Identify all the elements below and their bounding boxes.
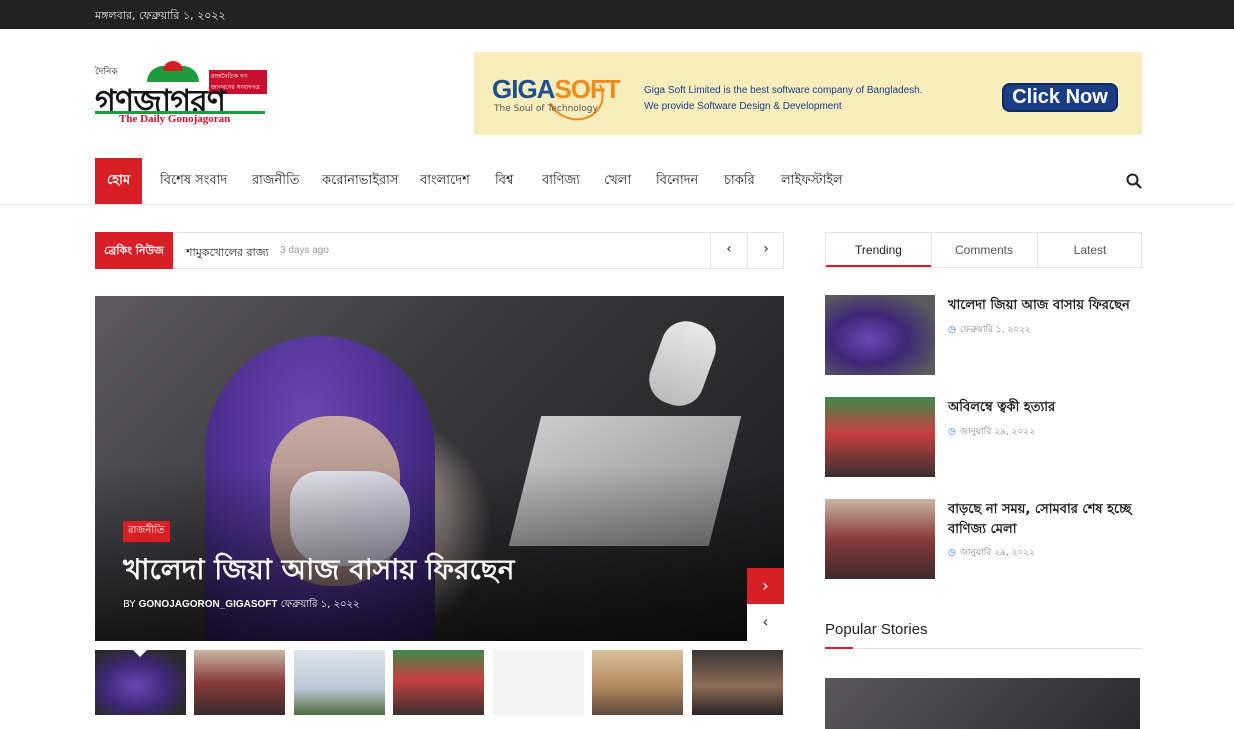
nav-item-special-news[interactable]: বিশেষ সংবাদ — [160, 158, 227, 204]
story-date: ◷ জানুয়ারি ২৯, ২০২২ — [948, 424, 1035, 439]
hero-author[interactable]: GONOJAGORON_GIGASOFT — [139, 599, 278, 610]
popular-story-image[interactable] — [825, 678, 1140, 729]
trending-story: অবিলম্বে ত্বকী হত্যার ◷ জানুয়ারি ২৯, ২০২… — [825, 397, 1142, 477]
nav-item-commerce[interactable]: বাণিজ্য — [542, 158, 580, 204]
thumbnail-rally[interactable] — [393, 650, 484, 715]
popular-accent-line — [825, 647, 853, 649]
slider-thumbnails — [95, 650, 784, 715]
story-title[interactable]: খালেদা জিয়া আজ বাসায় ফিরছেন — [948, 296, 1138, 316]
tab-trending[interactable]: Trending — [826, 233, 931, 267]
clock-icon: ◷ — [948, 325, 956, 335]
nav-item-jobs[interactable]: চাকরি — [724, 158, 755, 204]
ad-slogan: The Soul of Technology — [494, 104, 598, 114]
nav-item-lifestyle[interactable]: লাইফস্টাইল — [781, 158, 843, 204]
ad-brand-giga: GIGA — [492, 74, 555, 104]
hero-date: ফেব্রুয়ারি ১, ২০২২ — [280, 599, 360, 610]
ad-text-line1: Giga Soft Limited is the best software c… — [644, 85, 923, 96]
nav-item-coronavirus[interactable]: করোনাভাইরাস — [322, 158, 399, 204]
tab-comments[interactable]: Comments — [931, 233, 1036, 267]
ad-banner[interactable]: GIGASOFT The Soul of Technology Giga Sof… — [474, 52, 1142, 135]
nav-item-politics[interactable]: রাজনীতি — [252, 158, 300, 204]
slider-prev-button[interactable]: ‹ — [747, 604, 784, 641]
ad-brand-soft: SOFT — [554, 74, 620, 104]
nav-item-sports[interactable]: খেলা — [604, 158, 631, 204]
story-date-text: ফেব্রুয়ারি ১, ২০২২ — [959, 325, 1031, 335]
thumbnail-crowd[interactable] — [194, 650, 285, 715]
main-nav: হোম বিশেষ সংবাদ রাজনীতি করোনাভাইরাস বাংল… — [95, 158, 1142, 204]
thumbnail-blank[interactable] — [493, 650, 584, 715]
thumbnail-hijab[interactable] — [95, 650, 186, 715]
ad-text-line2: We provide Software Design & Development — [644, 101, 842, 112]
ad-click-now-button[interactable]: Click Now — [1002, 83, 1118, 112]
slider-next-button[interactable]: › — [747, 568, 784, 604]
clock-icon: ◷ — [948, 427, 956, 437]
search-icon[interactable] — [1125, 172, 1143, 190]
story-title[interactable]: অবিলম্বে ত্বকী হত্যার — [948, 398, 1138, 418]
story-date-text: জানুয়ারি ২৯, ২০২২ — [959, 427, 1036, 437]
nav-divider — [0, 204, 1234, 205]
nav-item-world[interactable]: বিশ্ব — [495, 158, 513, 204]
story-date: ◷ জানুয়ারি ২৯, ২০২২ — [948, 545, 1035, 560]
story-title[interactable]: বাড়ছে না সময়, সোমবার শেষ হচ্ছে বাণিজ্য… — [948, 500, 1138, 540]
story-date-text: জানুয়ারি ২৯, ২০২২ — [959, 548, 1036, 558]
story-date: ◷ ফেব্রুয়ারি ১, ২০২২ — [948, 322, 1031, 337]
hero-by: BY — [123, 599, 136, 610]
current-date: মঙ্গলবার, ফেব্রুয়ারি ১, ২০২২ — [95, 9, 226, 22]
story-thumbnail[interactable] — [825, 397, 935, 477]
tab-latest[interactable]: Latest — [1037, 233, 1142, 267]
thumbnail-mountain[interactable] — [592, 650, 683, 715]
trending-story: খালেদা জিয়া আজ বাসায় ফিরছেন ◷ ফেব্রুয়া… — [825, 295, 1142, 375]
clock-icon: ◷ — [948, 548, 956, 558]
popular-stories-divider — [825, 647, 1142, 649]
thumbnail-birds[interactable] — [294, 650, 385, 715]
hero-title[interactable]: খালেদা জিয়া আজ বাসায় ফিরছেন — [123, 548, 514, 595]
ticker-next-button[interactable]: › — [747, 232, 784, 269]
hero-slider[interactable]: রাজনীতি খালেদা জিয়া আজ বাসায় ফিরছেন BY… — [95, 296, 784, 641]
breaking-news-headline[interactable]: শামুকখোলের রাজ্য — [186, 244, 269, 263]
nav-item-bangladesh[interactable]: বাংলাদেশ — [420, 158, 470, 204]
ad-brand: GIGASOFT — [492, 74, 621, 105]
breaking-news-time: 3 days ago — [280, 245, 329, 256]
hero-meta: BY GONOJAGORON_GIGASOFT ফেব্রুয়ারি ১, ২… — [123, 597, 360, 614]
ad-text: Giga Soft Limited is the best software c… — [644, 83, 923, 115]
nav-item-home[interactable]: হোম — [95, 158, 143, 204]
sidebar-tabs: Trending Comments Latest — [825, 232, 1142, 268]
top-bar: মঙ্গলবার, ফেব্রুয়ারি ১, ২০২২ — [0, 0, 1234, 29]
ticker-prev-button[interactable]: ‹ — [710, 232, 747, 269]
trending-story: বাড়ছে না সময়, সোমবার শেষ হচ্ছে বাণিজ্য… — [825, 499, 1142, 579]
story-thumbnail[interactable] — [825, 295, 935, 375]
nav-item-entertainment[interactable]: বিনোদন — [656, 158, 698, 204]
breaking-news-ticker: ব্রেকিং নিউজ শামুকখোলের রাজ্য 3 days ago… — [95, 232, 784, 269]
site-logo[interactable]: দৈনিক রাজনৈতিক গণ জাগরণের সংবাদপত্র গণজা… — [95, 61, 267, 128]
thumbnail-food[interactable] — [692, 650, 783, 715]
breaking-news-label: ব্রেকিং নিউজ — [95, 232, 173, 269]
popular-stories-heading: Popular Stories — [825, 621, 928, 638]
hero-image-hand — [642, 314, 723, 413]
story-thumbnail[interactable] — [825, 499, 935, 579]
hero-category-badge[interactable]: রাজনীতি — [123, 521, 170, 542]
logo-english-name: The Daily Gonojagoran — [119, 113, 231, 125]
